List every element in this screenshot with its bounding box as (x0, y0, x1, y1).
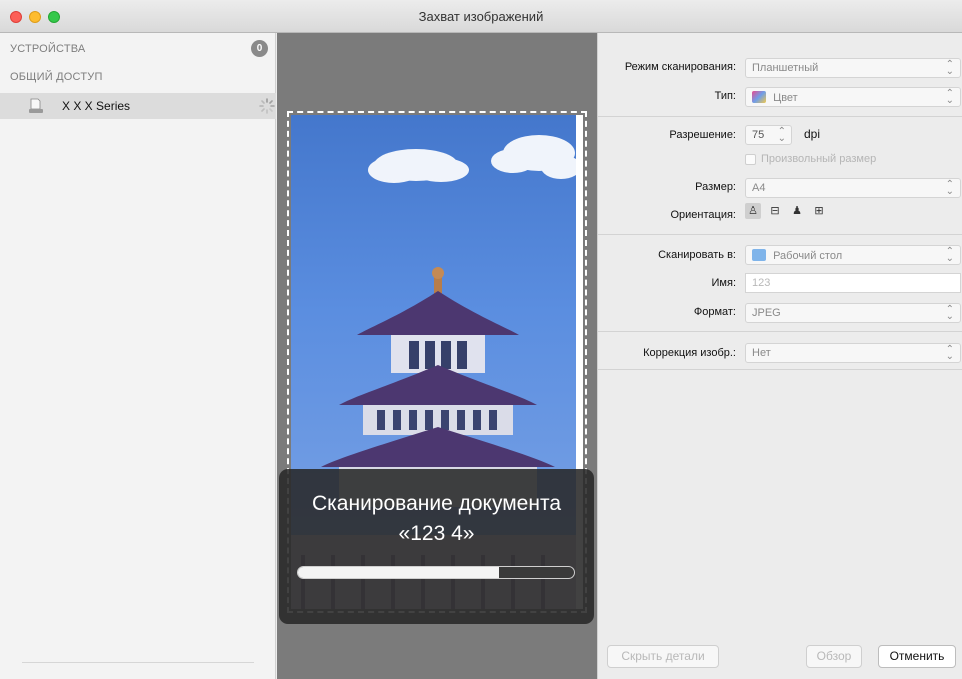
section-divider (598, 234, 962, 235)
cancel-button[interactable]: Отменить (878, 645, 956, 668)
title-bar: Захват изображений (0, 0, 962, 33)
section-divider (598, 331, 962, 332)
select-arrows-icon: ⌃ ⌄ (945, 304, 954, 322)
resolution-unit: dpi (804, 127, 821, 141)
color-swatch-icon (752, 91, 766, 103)
size-label: Размер: (695, 181, 736, 193)
select-arrows-icon: ⌃ ⌄ (945, 179, 954, 197)
orientation-rotate-right-icon[interactable]: ⊞ (811, 203, 827, 219)
settings-panel: Режим сканирования: Планшетный ⌃ ⌄ Тип: Ц… (597, 33, 962, 679)
size-value: A4 (752, 182, 766, 194)
type-label: Тип: (714, 90, 736, 102)
section-divider (598, 116, 962, 117)
select-arrows-icon: ⌃ ⌄ (945, 88, 954, 106)
section-divider (598, 369, 962, 370)
scan-to-select[interactable]: Рабочий стол ⌃ ⌄ (745, 245, 961, 265)
shared-section-header: ОБЩИЙ ДОСТУП (10, 71, 103, 83)
scan-progress-fill (298, 567, 500, 578)
format-select[interactable]: JPEG ⌃ ⌄ (745, 303, 961, 323)
correction-value: Нет (752, 347, 771, 359)
scan-to-value: Рабочий стол (773, 250, 843, 262)
printer-icon (29, 98, 43, 113)
scan-document-name: «123 4» (398, 522, 475, 545)
resolution-value: 75 (752, 129, 765, 141)
folder-icon (752, 249, 766, 261)
devices-section-header: УСТРОЙСТВА (10, 43, 86, 55)
resolution-select[interactable]: 75 ⌃ ⌄ (745, 125, 792, 145)
scan-progress-overlay: Сканирование документа «123 4» (279, 469, 594, 624)
scan-mode-value: Планшетный (752, 62, 819, 74)
sidebar: УСТРОЙСТВА 0 ОБЩИЙ ДОСТУП X X X Series (0, 33, 276, 679)
correction-select[interactable]: Нет ⌃ ⌄ (745, 343, 961, 363)
select-arrows-icon: ⌃ ⌄ (945, 344, 954, 362)
resolution-label: Разрешение: (669, 129, 736, 141)
size-select[interactable]: A4 ⌃ ⌄ (745, 178, 961, 198)
sidebar-item-device[interactable]: X X X Series (0, 93, 276, 119)
orientation-control: ♙ ⊟ ♟ ⊞ (745, 203, 827, 219)
custom-size-checkbox[interactable] (745, 154, 756, 165)
custom-size-label: Произвольный размер (761, 153, 877, 165)
overview-button[interactable]: Обзор (806, 645, 862, 668)
scan-status-title: Сканирование документа (311, 492, 562, 515)
format-label: Формат: (693, 306, 736, 318)
scan-to-label: Сканировать в: (658, 249, 736, 261)
sidebar-divider (22, 662, 254, 663)
type-value: Цвет (773, 92, 798, 104)
name-input[interactable]: 123 (745, 273, 961, 293)
device-name: X X X Series (62, 99, 131, 113)
window-title: Захват изображений (418, 9, 544, 24)
orientation-portrait-icon[interactable]: ♙ (745, 203, 761, 219)
devices-count-badge[interactable]: 0 (251, 40, 268, 57)
scan-mode-label: Режим сканирования: (624, 61, 736, 73)
scan-mode-select[interactable]: Планшетный ⌃ ⌄ (745, 58, 961, 78)
correction-label: Коррекция изобр.: (643, 347, 736, 359)
select-arrows-icon: ⌃ ⌄ (945, 59, 954, 77)
name-label: Имя: (711, 277, 736, 289)
scan-preview-area: Сканирование документа «123 4» (277, 33, 597, 679)
hide-details-button[interactable]: Скрыть детали (607, 645, 719, 668)
select-arrows-icon: ⌃ ⌄ (945, 246, 954, 264)
select-arrows-icon: ⌃ ⌄ (777, 126, 786, 144)
orientation-rotate-left-icon[interactable]: ⊟ (767, 203, 783, 219)
scan-progress-bar (297, 566, 575, 579)
loading-spinner-icon (259, 98, 275, 114)
orientation-upside-down-icon[interactable]: ♟ (789, 203, 805, 219)
type-select[interactable]: Цвет ⌃ ⌄ (745, 87, 961, 107)
format-value: JPEG (752, 307, 781, 319)
orientation-label: Ориентация: (670, 209, 736, 221)
